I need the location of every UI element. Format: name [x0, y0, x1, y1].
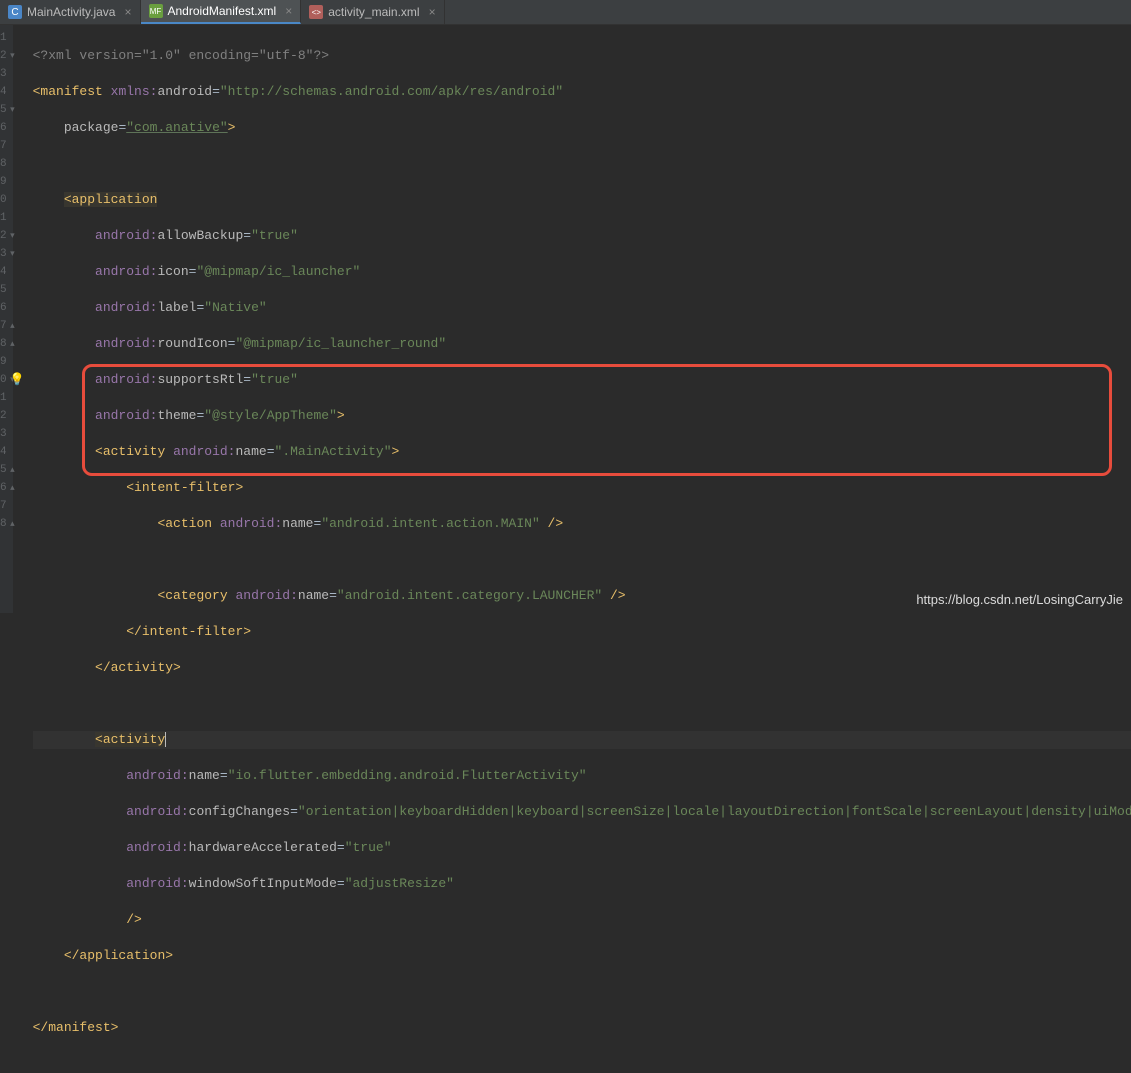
line-number: 5▾	[0, 101, 7, 119]
code-line: android:windowSoftInputMode="adjustResiz…	[33, 875, 1131, 893]
line-number: 8▴	[0, 335, 7, 353]
line-number: 6▴	[0, 479, 7, 497]
line-number: 2▾	[0, 47, 7, 65]
line-number: 2	[0, 407, 7, 425]
line-number: 0▾💡	[0, 371, 7, 389]
line-number: 5▴	[0, 461, 7, 479]
line-number: 8▴	[0, 515, 7, 533]
code-line: package="com.anative">	[33, 119, 1131, 137]
tab-main-activity[interactable]: C MainActivity.java ×	[0, 0, 141, 24]
line-number: 4	[0, 83, 7, 101]
code-line: <application	[33, 191, 1131, 209]
line-number: 1	[0, 389, 7, 407]
code-line: android:name="io.flutter.embedding.andro…	[33, 767, 1131, 785]
close-icon[interactable]: ×	[124, 5, 131, 19]
line-number: 5	[0, 281, 7, 299]
code-line: </manifest>	[33, 1019, 1131, 1037]
code-line	[33, 983, 1131, 1001]
line-gutter: 1 2▾ 3 4 5▾ 6 7 8 9 0 1 2▾ 3▾ 4 5 6 7▴ 8…	[0, 25, 13, 613]
line-number: 1	[0, 29, 7, 47]
line-number: 6	[0, 119, 7, 137]
close-icon[interactable]: ×	[429, 5, 436, 19]
code-line: />	[33, 911, 1131, 929]
line-number: 4	[0, 263, 7, 281]
line-number: 2▾	[0, 227, 7, 245]
code-line: </intent-filter>	[33, 623, 1131, 641]
line-number: 7	[0, 497, 7, 515]
code-line: android:configChanges="orientation|keybo…	[33, 803, 1131, 821]
tab-activity-main[interactable]: <> activity_main.xml ×	[301, 0, 444, 24]
editor-tabs: C MainActivity.java × MF AndroidManifest…	[0, 0, 1131, 25]
code-line: <activity android:name=".MainActivity">	[33, 443, 1131, 461]
code-line: <?xml version="1.0" encoding="utf-8"?>	[33, 47, 1131, 65]
code-line: <intent-filter>	[33, 479, 1131, 497]
code-line: <activity	[33, 731, 1131, 749]
line-number: 1	[0, 209, 7, 227]
line-number: 3▾	[0, 245, 7, 263]
watermark: https://blog.csdn.net/LosingCarryJie	[916, 592, 1123, 607]
code-area[interactable]: <?xml version="1.0" encoding="utf-8"?> <…	[13, 25, 1131, 613]
manifest-icon: MF	[149, 4, 163, 18]
code-line	[33, 155, 1131, 173]
code-line: </application>	[33, 947, 1131, 965]
code-line: android:supportsRtl="true"	[33, 371, 1131, 389]
close-icon[interactable]: ×	[285, 4, 292, 18]
line-number: 3	[0, 425, 7, 443]
code-line: <manifest xmlns:android="http://schemas.…	[33, 83, 1131, 101]
code-line: android:label="Native"	[33, 299, 1131, 317]
code-line: <action android:name="android.intent.act…	[33, 515, 1131, 533]
tab-label: MainActivity.java	[27, 5, 115, 19]
code-line	[33, 695, 1131, 713]
line-number: 8	[0, 155, 7, 173]
line-number: 6	[0, 299, 7, 317]
line-number: 0	[0, 191, 7, 209]
line-number: 9	[0, 353, 7, 371]
line-number: 4	[0, 443, 7, 461]
line-number: 3	[0, 65, 7, 83]
line-number: 7▴	[0, 317, 7, 335]
tab-android-manifest[interactable]: MF AndroidManifest.xml ×	[141, 0, 302, 24]
code-line: android:icon="@mipmap/ic_launcher"	[33, 263, 1131, 281]
code-line: android:roundIcon="@mipmap/ic_launcher_r…	[33, 335, 1131, 353]
code-line: android:allowBackup="true"	[33, 227, 1131, 245]
tab-label: AndroidManifest.xml	[168, 4, 277, 18]
editor-pane: 1 2▾ 3 4 5▾ 6 7 8 9 0 1 2▾ 3▾ 4 5 6 7▴ 8…	[0, 25, 1131, 613]
code-line	[33, 551, 1131, 569]
line-number: 9	[0, 173, 7, 191]
java-class-icon: C	[8, 5, 22, 19]
code-line: android:theme="@style/AppTheme">	[33, 407, 1131, 425]
code-line: android:hardwareAccelerated="true"	[33, 839, 1131, 857]
tab-label: activity_main.xml	[328, 5, 419, 19]
line-number: 7	[0, 137, 7, 155]
code-line: </activity>	[33, 659, 1131, 677]
layout-xml-icon: <>	[309, 5, 323, 19]
